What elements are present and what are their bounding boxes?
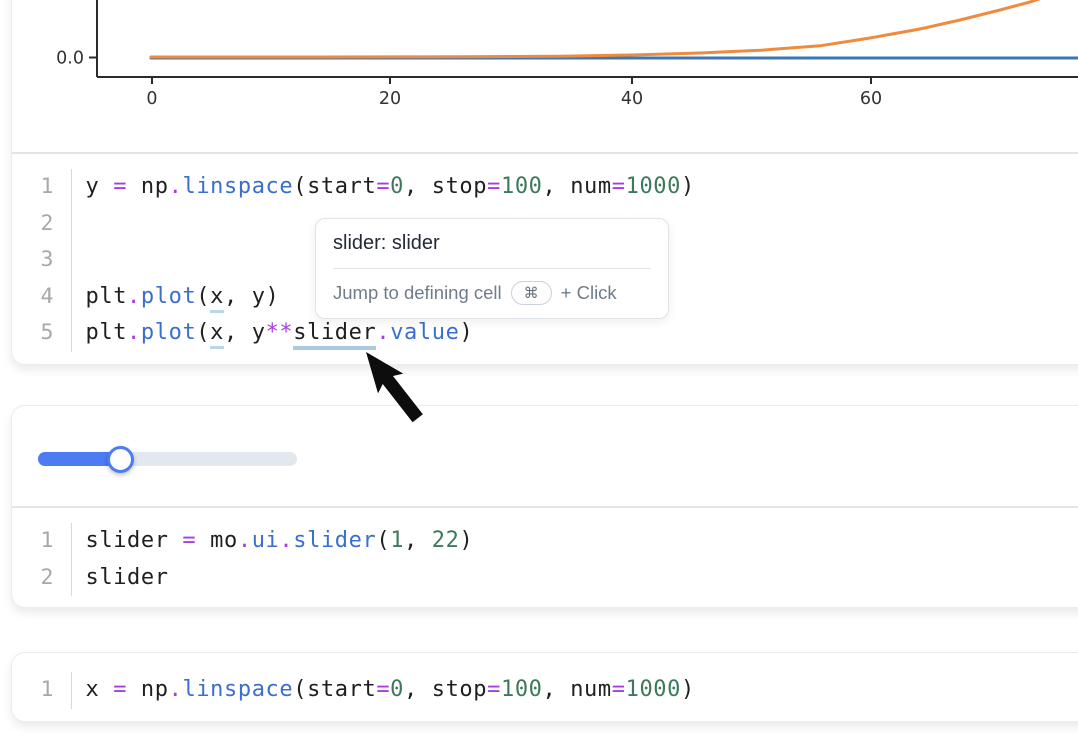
line-number: 2 bbox=[12, 206, 54, 243]
line-number: 1 bbox=[12, 523, 54, 560]
code-token: ( bbox=[196, 320, 210, 345]
code-editor[interactable]: 1 x = np.linspace(start=0, stop=100, num… bbox=[12, 653, 695, 723]
code-token: = bbox=[487, 677, 501, 702]
slider-widget[interactable] bbox=[38, 452, 297, 466]
code-token: ) bbox=[681, 174, 695, 199]
code-line[interactable]: slider = mo.ui.slider(1, 22) bbox=[86, 523, 474, 560]
code-token: 100 bbox=[501, 174, 543, 199]
x-tick-label: 0 bbox=[146, 89, 157, 109]
line-number: 1 bbox=[12, 169, 54, 206]
code-token: . bbox=[279, 528, 293, 553]
variable-tooltip: slider: slider Jump to defining cell ⌘ +… bbox=[315, 218, 669, 319]
code-line[interactable]: x = np.linspace(start=0, stop=100, num=1… bbox=[86, 672, 695, 709]
code-token: slider bbox=[86, 565, 169, 590]
code-token: . bbox=[127, 320, 141, 345]
code-token: , num bbox=[543, 174, 612, 199]
code-token: 1000 bbox=[626, 174, 681, 199]
code-token: = bbox=[487, 174, 501, 199]
tooltip-action-label[interactable]: Jump to defining cell bbox=[333, 282, 502, 304]
line-number: 1 bbox=[12, 672, 54, 709]
arrow-cursor-icon bbox=[352, 344, 472, 464]
tooltip-click-hint: + Click bbox=[561, 282, 617, 304]
notebook-cell-slider: 12 slider = mo.ui.slider(1, 22)slider bbox=[11, 405, 1078, 608]
code-token: y bbox=[86, 174, 114, 199]
line-number: 5 bbox=[12, 315, 54, 352]
code-token: slider bbox=[293, 528, 376, 553]
code-token: value bbox=[390, 320, 459, 345]
code-line[interactable]: y = np.linspace(start=0, stop=100, num=1… bbox=[86, 169, 695, 206]
code-token: , stop bbox=[404, 174, 487, 199]
code-token: = bbox=[376, 677, 390, 702]
code-token: . bbox=[127, 284, 141, 309]
code-token: x bbox=[210, 320, 224, 349]
line-number: 2 bbox=[12, 560, 54, 597]
code-token: = bbox=[612, 677, 626, 702]
code-token: x bbox=[86, 677, 114, 702]
code-line[interactable]: slider bbox=[86, 560, 474, 597]
code-editor[interactable]: 12 slider = mo.ui.slider(1, 22)slider bbox=[12, 507, 473, 609]
slider-handle[interactable] bbox=[107, 446, 134, 473]
code-token: mo bbox=[196, 528, 238, 553]
code-token: np bbox=[127, 174, 169, 199]
notebook-cell-x: 1 x = np.linspace(start=0, stop=100, num… bbox=[11, 652, 1078, 722]
code-token: plot bbox=[141, 320, 196, 345]
code-token: ) bbox=[459, 528, 473, 553]
code-token: ui bbox=[252, 528, 280, 553]
code-token: ( bbox=[376, 528, 390, 553]
command-key-icon: ⌘ bbox=[511, 281, 552, 305]
line-number-gutter: 1 bbox=[12, 672, 54, 709]
code-lines[interactable]: x = np.linspace(start=0, stop=100, num=1… bbox=[71, 672, 695, 709]
code-token: plt bbox=[86, 320, 128, 345]
code-token: , y bbox=[224, 320, 266, 345]
code-lines[interactable]: slider = mo.ui.slider(1, 22)slider bbox=[71, 523, 473, 596]
code-token: , bbox=[404, 528, 432, 553]
code-token: linspace bbox=[182, 174, 293, 199]
y-tick-label: 0.0 bbox=[56, 49, 84, 69]
code-token: 0 bbox=[390, 174, 404, 199]
code-token: . bbox=[238, 528, 252, 553]
code-token: ** bbox=[266, 320, 294, 345]
code-token: plt bbox=[86, 284, 128, 309]
code-token: . bbox=[169, 174, 183, 199]
tooltip-action-row[interactable]: Jump to defining cell ⌘ + Click bbox=[316, 269, 668, 318]
code-token: 22 bbox=[432, 528, 460, 553]
code-token: . bbox=[169, 677, 183, 702]
code-token: np bbox=[127, 677, 169, 702]
code-token: 100 bbox=[501, 677, 543, 702]
plot-line-1 bbox=[151, 0, 1048, 57]
line-number: 4 bbox=[12, 279, 54, 316]
x-tick-label: 40 bbox=[621, 89, 643, 109]
code-token: (start bbox=[293, 677, 376, 702]
code-token: 0 bbox=[390, 677, 404, 702]
code-token: = bbox=[113, 174, 127, 199]
tooltip-title: slider: slider bbox=[316, 219, 668, 268]
x-tick-label: 60 bbox=[860, 89, 882, 109]
x-tick-label: 20 bbox=[379, 89, 401, 109]
code-token: slider bbox=[86, 528, 183, 553]
line-number-gutter: 12345 bbox=[12, 169, 54, 352]
code-token: ) bbox=[681, 677, 695, 702]
code-token: . bbox=[376, 320, 390, 345]
code-token: 1000 bbox=[626, 677, 681, 702]
code-token: plot bbox=[141, 284, 196, 309]
code-token: = bbox=[182, 528, 196, 553]
code-token: = bbox=[612, 174, 626, 199]
code-token: linspace bbox=[182, 677, 293, 702]
code-token: , y) bbox=[224, 284, 279, 309]
code-token: x bbox=[210, 284, 224, 313]
code-token: (start bbox=[293, 174, 376, 199]
code-token: ) bbox=[459, 320, 473, 345]
code-token: = bbox=[376, 174, 390, 199]
code-token: = bbox=[113, 677, 127, 702]
line-number: 3 bbox=[12, 242, 54, 279]
matplotlib-plot-output: 0 20 40 60 0.0 bbox=[0, 0, 1078, 152]
code-token: , stop bbox=[404, 677, 487, 702]
line-number-gutter: 12 bbox=[12, 523, 54, 596]
code-token: 1 bbox=[390, 528, 404, 553]
code-token: ( bbox=[196, 284, 210, 309]
code-token: , num bbox=[543, 677, 612, 702]
